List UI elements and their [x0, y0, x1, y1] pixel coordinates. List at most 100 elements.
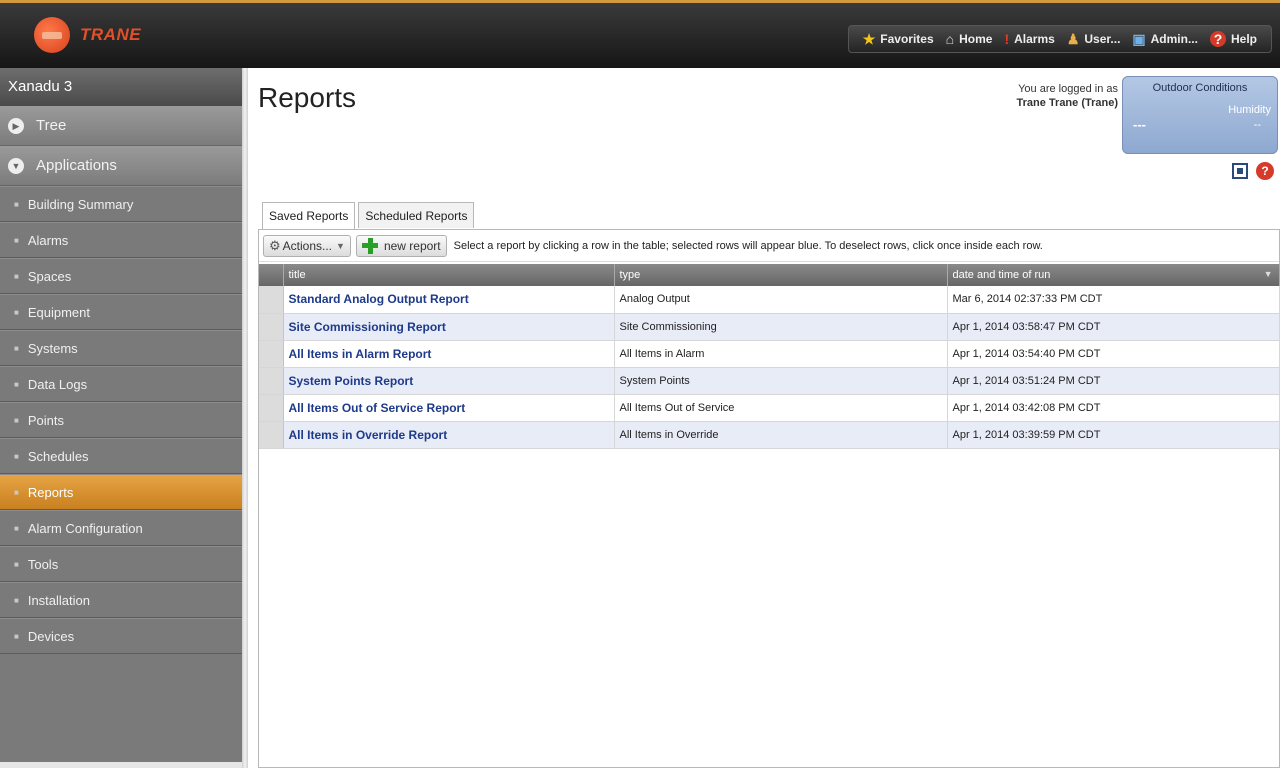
monitor-icon: ▣: [1132, 30, 1146, 47]
new-report-label: new report: [383, 238, 441, 253]
report-tabs: Saved Reports Scheduled Reports: [262, 202, 477, 229]
site-name: Xanadu 3: [0, 68, 242, 106]
top-bar: TRANE ★ Favorites ⌂ Home ! Alarms ♟ User…: [0, 0, 1280, 68]
bullet-icon: ■: [14, 559, 19, 569]
report-date-cell: Apr 1, 2014 03:54:40 PM CDT: [947, 340, 1280, 368]
alarm-icon: !: [1004, 31, 1010, 47]
date-column-label: date and time of run: [952, 269, 1051, 281]
alarms-button[interactable]: ! Alarms: [1004, 31, 1054, 47]
home-button[interactable]: ⌂ Home: [946, 31, 993, 47]
table-row[interactable]: System Points Report System Points Apr 1, …: [259, 367, 1280, 395]
sidebar-item-data-logs[interactable]: ■ Data Logs: [0, 366, 242, 402]
bullet-icon: ■: [14, 235, 19, 245]
bullet-icon: ■: [14, 631, 19, 641]
column-header-type[interactable]: type: [614, 264, 948, 286]
row-selector[interactable]: [259, 286, 284, 314]
trane-logo[interactable]: TRANE: [34, 17, 141, 53]
admin-label: Admin...: [1150, 32, 1198, 46]
bullet-icon: ■: [14, 307, 19, 317]
sidebar-item-building-summary[interactable]: ■ Building Summary: [0, 186, 242, 222]
report-title-cell[interactable]: Standard Analog Output Report: [283, 286, 615, 314]
sort-menu-icon[interactable]: ▼: [1264, 269, 1273, 279]
bullet-icon: ■: [14, 343, 19, 353]
sidebar-item-equipment[interactable]: ■ Equipment: [0, 294, 242, 330]
sidebar-item-label: Building Summary: [27, 196, 134, 212]
sidebar-item-label: Points: [27, 412, 64, 428]
sidebar-item-installation[interactable]: ■ Installation: [0, 582, 242, 618]
column-header-title[interactable]: title: [283, 264, 615, 286]
report-title-cell[interactable]: All Items in Alarm Report: [283, 340, 615, 368]
tree-section-toggle[interactable]: ▶ Tree: [0, 106, 242, 146]
report-date-cell: Apr 1, 2014 03:51:24 PM CDT: [947, 367, 1280, 395]
table-row[interactable]: Site Commissioning Report Site Commission…: [259, 313, 1280, 341]
gear-icon: ⚙: [269, 237, 281, 253]
sidebar-item-label: Tools: [27, 556, 59, 572]
home-label: Home: [959, 32, 993, 46]
sidebar-item-label: Equipment: [27, 304, 90, 320]
table-row[interactable]: All Items Out of Service Report All Items…: [259, 394, 1280, 422]
row-selector[interactable]: [259, 421, 284, 449]
tab-scheduled-reports[interactable]: Scheduled Reports: [358, 202, 475, 228]
actions-menu-button[interactable]: ⚙ Actions... ▼: [263, 234, 351, 257]
user-button[interactable]: ♟ User...: [1067, 31, 1121, 48]
expand-icon: ▶: [8, 117, 24, 134]
report-type-cell: Analog Output: [614, 286, 948, 314]
login-prefix: You are logged in as: [1018, 83, 1118, 95]
tree-label: Tree: [36, 117, 67, 134]
sidebar-item-points[interactable]: ■ Points: [0, 402, 242, 438]
sidebar: Xanadu 3 ▶ Tree ▼ Applications ■ Building…: [0, 68, 242, 768]
page-tools: ?: [1232, 162, 1274, 180]
fullscreen-icon[interactable]: [1232, 163, 1248, 179]
reports-table: title type date and time of run ▼ Standa…: [259, 264, 1280, 449]
help-button[interactable]: ? Help: [1209, 31, 1257, 47]
applications-section-toggle[interactable]: ▼ Applications: [0, 146, 242, 186]
row-selector[interactable]: [259, 313, 284, 341]
sidebar-filler: [0, 654, 242, 762]
report-title-cell[interactable]: All Items in Override Report: [283, 421, 615, 449]
bullet-icon: ■: [14, 379, 19, 389]
page-title: Reports: [258, 82, 357, 113]
report-date-cell: Mar 6, 2014 02:37:33 PM CDT: [947, 286, 1280, 314]
report-title-cell[interactable]: All Items Out of Service Report: [283, 394, 615, 422]
report-title-cell[interactable]: Site Commissioning Report: [283, 313, 615, 341]
column-header-date[interactable]: date and time of run ▼: [947, 264, 1280, 286]
sidebar-item-schedules[interactable]: ■ Schedules: [0, 438, 242, 474]
sidebar-item-systems[interactable]: ■ Systems: [0, 330, 242, 366]
reports-table-body: Standard Analog Output Report Analog Outp…: [259, 286, 1280, 449]
table-row[interactable]: Standard Analog Output Report Analog Outp…: [259, 286, 1280, 314]
bullet-icon: ■: [14, 271, 19, 281]
report-title-cell[interactable]: System Points Report: [283, 367, 615, 395]
sidebar-item-alarms[interactable]: ■ Alarms: [0, 222, 242, 258]
table-row[interactable]: All Items in Override Report All Items in…: [259, 421, 1280, 449]
report-type-cell: All Items in Alarm: [614, 340, 948, 368]
sidebar-item-tools[interactable]: ■ Tools: [0, 546, 242, 582]
sidebar-item-alarm-configuration[interactable]: ■ Alarm Configuration: [0, 510, 242, 546]
table-row[interactable]: All Items in Alarm Report All Items in Al…: [259, 340, 1280, 368]
bullet-icon: ■: [14, 595, 19, 605]
row-selector[interactable]: [259, 394, 284, 422]
admin-button[interactable]: ▣ Admin...: [1132, 31, 1198, 48]
sidebar-item-label: Alarms: [27, 232, 69, 248]
help-icon: ?: [1209, 31, 1226, 47]
login-info: You are logged in as Trane Trane (Trane): [1017, 82, 1118, 110]
sidebar-item-reports[interactable]: ■ Reports: [0, 474, 242, 510]
row-selector[interactable]: [259, 340, 284, 368]
outdoor-conditions-widget[interactable]: Outdoor Conditions Humidity --- --: [1122, 76, 1278, 154]
selection-hint: Select a report by clicking a row in the…: [453, 239, 1043, 252]
help-label: Help: [1230, 32, 1257, 46]
report-date-cell: Apr 1, 2014 03:58:47 PM CDT: [947, 313, 1280, 341]
outdoor-temperature-value: ---: [1133, 117, 1146, 132]
favorites-button[interactable]: ★ Favorites: [863, 31, 934, 48]
tab-saved-reports[interactable]: Saved Reports: [262, 202, 356, 229]
user-icon: ♟: [1066, 30, 1080, 47]
report-type-cell: All Items Out of Service: [614, 394, 948, 422]
reports-toolbar: ⚙ Actions... ▼ new report Select a repor…: [259, 230, 1279, 262]
sidebar-item-label: Alarm Configuration: [27, 520, 143, 536]
outdoor-conditions-title: Outdoor Conditions: [1152, 82, 1248, 94]
new-report-button[interactable]: new report: [355, 234, 447, 257]
sidebar-item-devices[interactable]: ■ Devices: [0, 618, 242, 654]
row-selector[interactable]: [259, 367, 284, 395]
page-help-icon[interactable]: ?: [1256, 162, 1274, 180]
sidebar-item-spaces[interactable]: ■ Spaces: [0, 258, 242, 294]
report-type-cell: All Items in Override: [614, 421, 948, 449]
